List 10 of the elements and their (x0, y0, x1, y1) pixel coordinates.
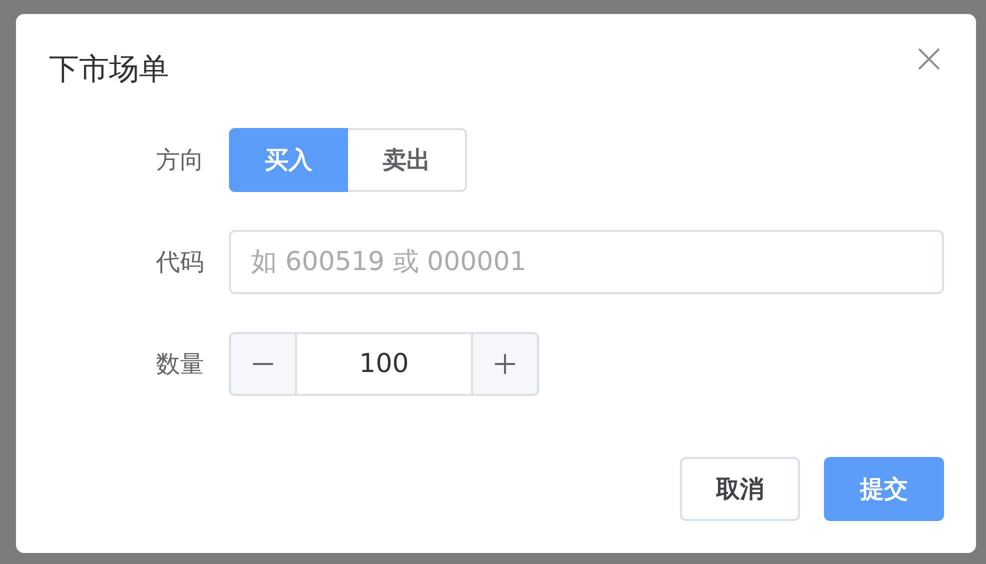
close-icon[interactable] (918, 48, 940, 70)
field-label: 数量 (155, 349, 204, 380)
direction-option[interactable]: 卖出 (348, 128, 467, 192)
field-label: 代码 (155, 247, 204, 278)
plus-icon[interactable] (494, 353, 516, 375)
code-field[interactable]: 如 600519 或 000001 (229, 230, 944, 294)
quantity-stepper[interactable]: 100 (229, 332, 539, 396)
cancel-button[interactable]: 取消 (680, 457, 800, 521)
field-label: 方向 (155, 145, 204, 176)
dialog-title: 下市场单 (49, 51, 169, 89)
